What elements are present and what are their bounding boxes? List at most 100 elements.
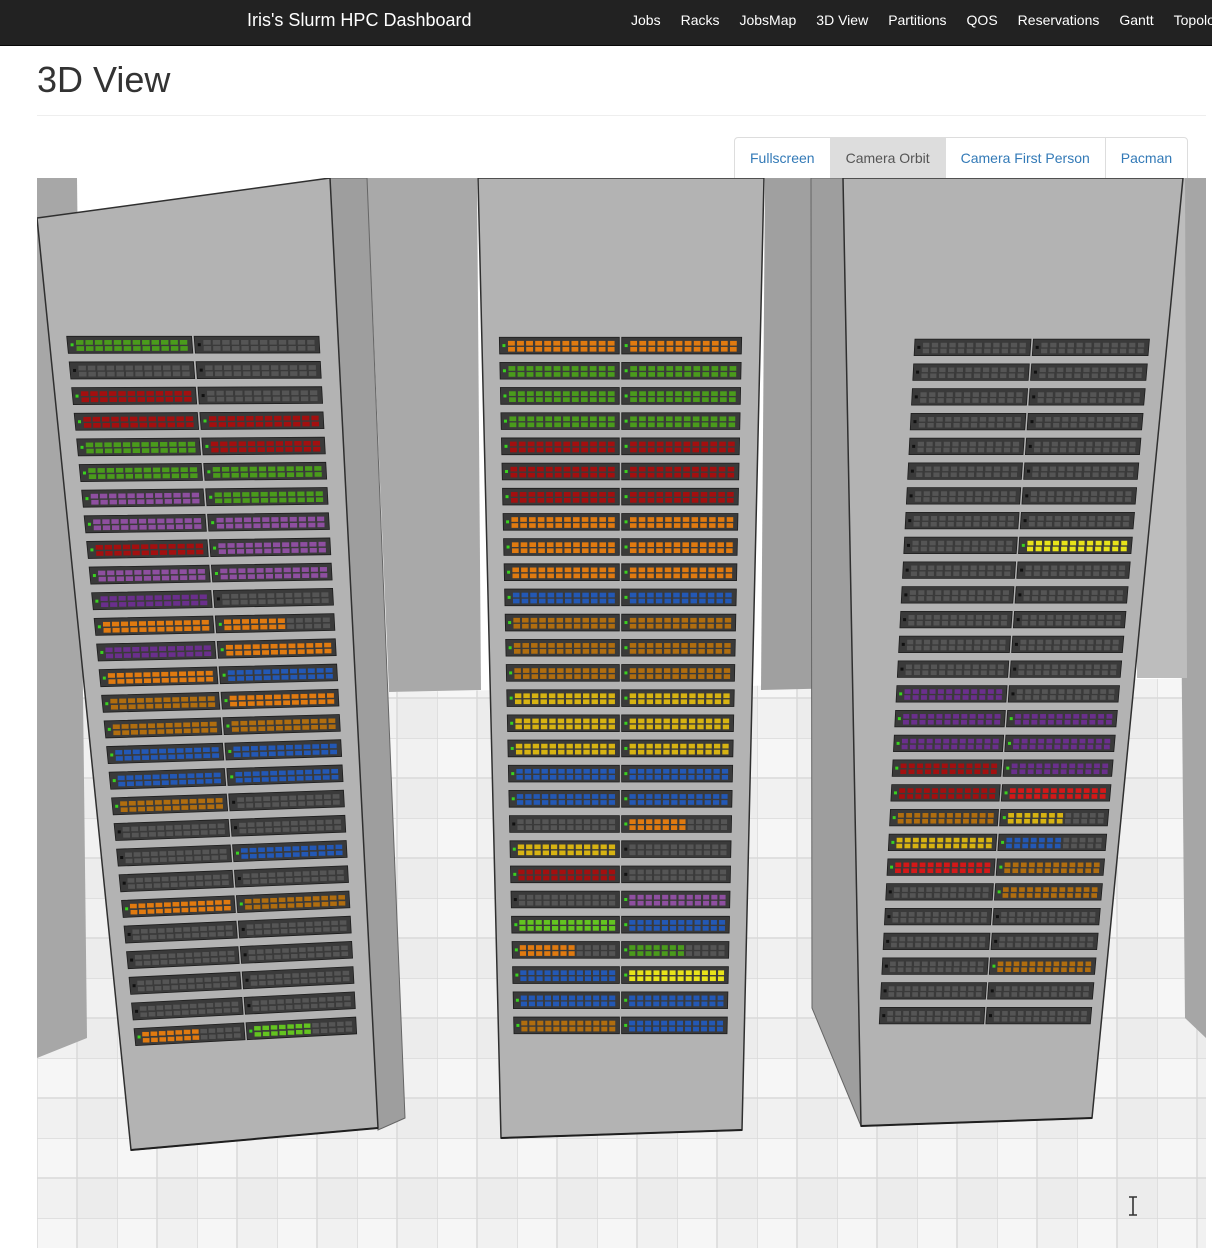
pacman-button[interactable]: Pacman: [1104, 137, 1189, 179]
node-cell: [581, 472, 589, 478]
node-cell: [293, 719, 301, 724]
node-cell: [1067, 893, 1073, 898]
nav-jobs[interactable]: Jobs: [631, 0, 671, 46]
node-cell: [211, 447, 219, 453]
node-cell: [302, 573, 310, 578]
nav-qos[interactable]: QOS: [957, 0, 1008, 46]
node-cell: [927, 1011, 933, 1016]
node-cell: [637, 774, 645, 780]
node-cell: [281, 390, 290, 396]
node-cell: [119, 704, 127, 710]
chassis-led: [205, 444, 209, 448]
node-cell: [100, 499, 108, 505]
node-cell: [170, 774, 177, 779]
node-cell: [1039, 615, 1046, 620]
node-cell: [132, 442, 140, 447]
node-cell: [551, 869, 558, 875]
node-cell: [629, 920, 636, 925]
nav-topology[interactable]: Topology: [1164, 0, 1212, 46]
node-cell: [129, 621, 138, 627]
3d-scene[interactable]: [37, 178, 1206, 1248]
nav-gantt[interactable]: Gantt: [1109, 0, 1163, 46]
node-cell: [581, 447, 588, 453]
node-cell: [701, 995, 708, 1001]
node-cell: [137, 601, 145, 607]
node-cell: [937, 967, 944, 973]
node-cell: [244, 390, 252, 396]
node-cell: [297, 497, 305, 503]
fullscreen-button[interactable]: Fullscreen: [734, 137, 831, 179]
node-cell: [139, 627, 147, 632]
node-cell: [1055, 392, 1062, 397]
node-cell: [1112, 639, 1119, 645]
node-cell: [991, 639, 998, 645]
nav-partitions[interactable]: Partitions: [878, 0, 956, 46]
node-cell: [231, 593, 239, 599]
node-cell: [607, 372, 615, 377]
node-cell: [1075, 466, 1082, 472]
node-cell: [656, 517, 663, 522]
node-cell: [1116, 596, 1123, 601]
node-cell: [678, 920, 685, 925]
node-cell: [544, 346, 552, 352]
chassis-led: [1013, 667, 1017, 671]
node-cell: [238, 574, 246, 580]
node-cell: [1041, 348, 1048, 354]
node-cell: [919, 719, 926, 725]
node-cell: [278, 897, 286, 903]
node-cell: [144, 877, 152, 883]
node-cell: [1051, 447, 1058, 453]
node-cell: [702, 372, 710, 377]
node-cell: [553, 1026, 560, 1032]
node-cell: [545, 441, 553, 447]
node-cell: [321, 592, 329, 597]
node-cell: [655, 649, 662, 654]
node-cell: [282, 542, 290, 547]
node-cell: [721, 794, 728, 799]
camera-orbit-button[interactable]: Camera Orbit: [829, 137, 946, 179]
node-cell: [553, 340, 561, 346]
node-cell: [716, 598, 723, 604]
node-cell: [540, 718, 548, 724]
node-cell: [895, 1016, 901, 1022]
camera-first-person-button[interactable]: Camera First Person: [944, 137, 1106, 179]
node-cell: [564, 542, 572, 548]
node-cell: [691, 497, 699, 503]
node-cell: [939, 942, 945, 948]
3d-canvas[interactable]: [37, 178, 1206, 1248]
node-cell: [928, 986, 935, 991]
node-cell: [545, 466, 553, 472]
node-cell: [1062, 639, 1069, 645]
node-cell: [993, 1016, 1000, 1022]
nav-racks[interactable]: Racks: [671, 0, 730, 46]
node-cell: [1011, 466, 1018, 472]
node-cell: [543, 920, 550, 925]
node-cell: [1093, 862, 1100, 868]
node-cell: [679, 774, 687, 780]
app-brand[interactable]: Iris's Slurm HPC Dashboard: [247, 10, 472, 31]
node-cell: [310, 718, 318, 724]
node-cell: [189, 1003, 197, 1009]
node-cell: [975, 342, 983, 348]
node-cell: [665, 472, 673, 478]
chassis-led: [904, 593, 908, 597]
node-cell: [969, 961, 976, 967]
node-cell: [530, 617, 538, 623]
node-cell: [931, 664, 938, 670]
node-cell: [665, 517, 672, 522]
node-cell: [1077, 862, 1084, 868]
node-cell: [1135, 373, 1142, 379]
node-cell: [693, 391, 700, 396]
node-cell: [922, 818, 929, 824]
node-cell: [1091, 887, 1098, 892]
node-cell: [1077, 763, 1084, 769]
node-cell: [1044, 769, 1051, 775]
node-cell: [630, 391, 637, 396]
node-cell: [1109, 367, 1116, 373]
node-cell: [533, 794, 540, 799]
nav-reservations[interactable]: Reservations: [1008, 0, 1110, 46]
nav-jobsmap[interactable]: JobsMap: [729, 0, 806, 46]
nav-3d-view[interactable]: 3D View: [806, 0, 878, 46]
node-cell: [1061, 868, 1067, 874]
node-cell: [665, 422, 673, 428]
